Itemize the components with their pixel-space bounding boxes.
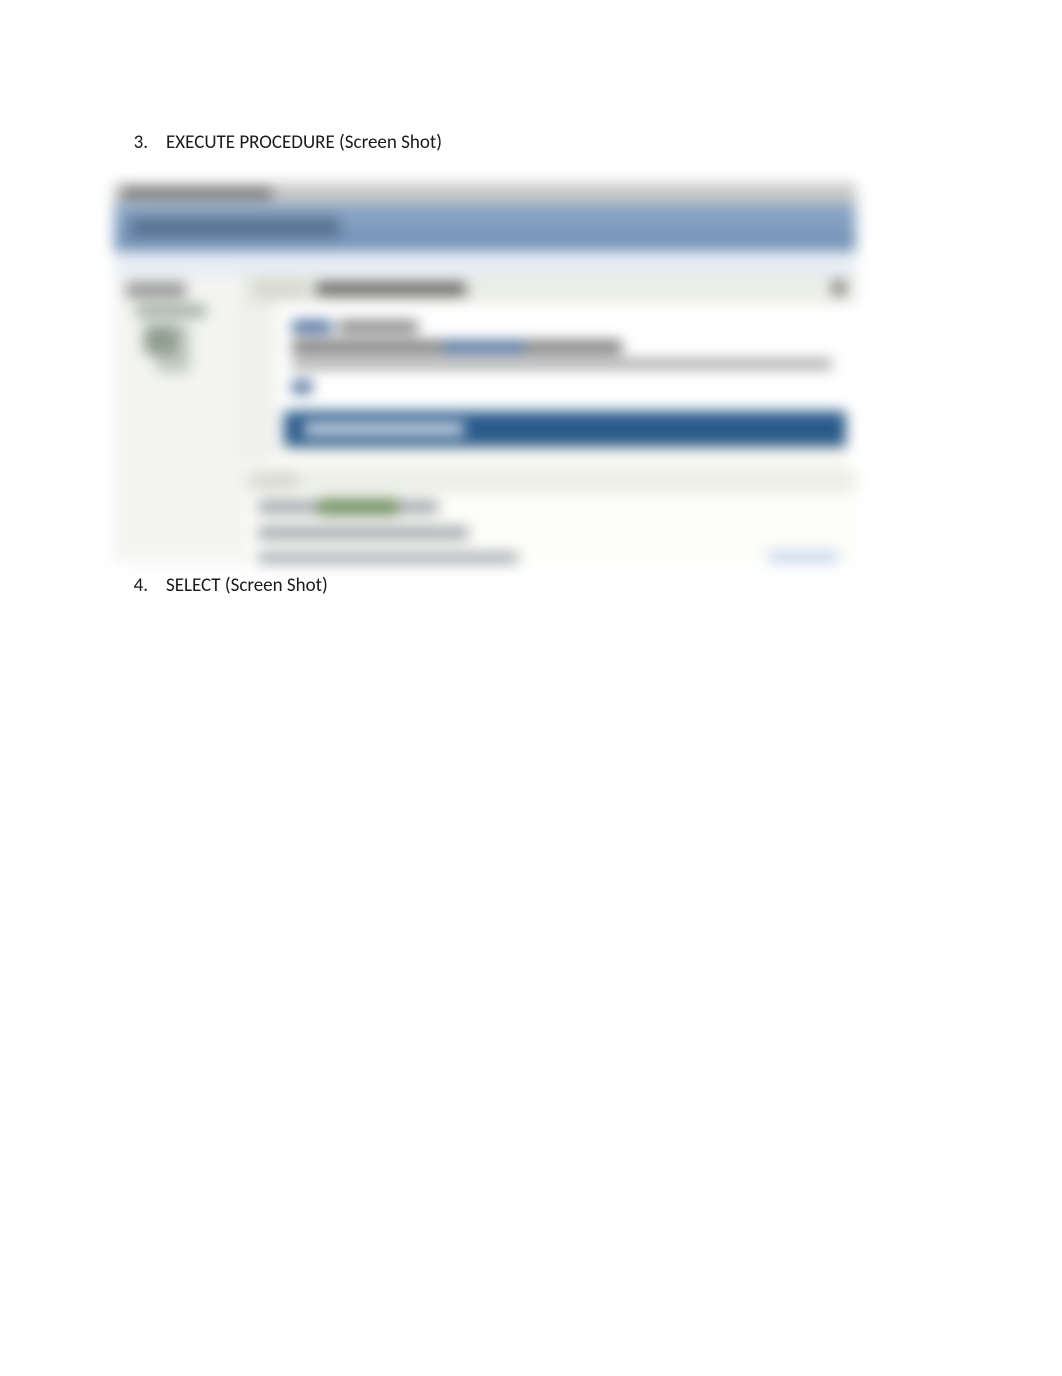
list-item-4: 4. SELECT (Screen Shot)	[114, 573, 948, 600]
list-item-3: 3. EXECUTE PROCEDURE (Screen Shot)	[114, 130, 948, 157]
screenshot-container	[114, 183, 948, 563]
list-number: 4.	[114, 573, 166, 600]
list-number: 3.	[114, 130, 166, 157]
list-text: SELECT (Screen Shot)	[166, 573, 948, 600]
list-text: EXECUTE PROCEDURE (Screen Shot)	[166, 130, 948, 157]
blurred-screenshot	[114, 183, 856, 563]
